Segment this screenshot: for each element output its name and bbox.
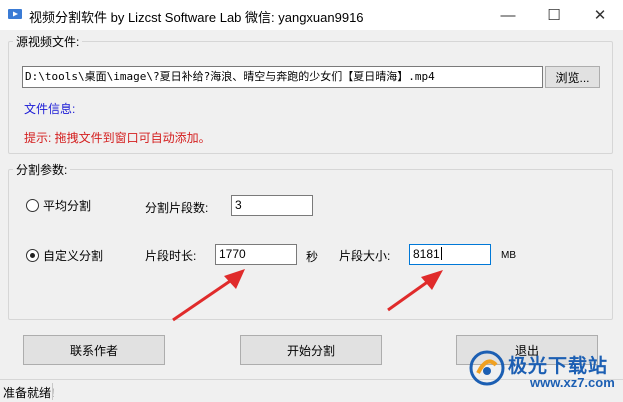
site-watermark: 极光下载站 www.xz7.com [468,347,618,399]
video-scissors-icon [8,9,22,19]
average-split-radio[interactable]: 平均分割 [26,197,91,214]
watermark-url: www.xz7.com [530,375,615,390]
average-split-label: 平均分割 [43,199,92,213]
custom-split-label: 自定义分割 [43,249,104,263]
contact-author-button[interactable]: 联系作者 [23,335,165,365]
radio-checked-icon [26,249,39,262]
segment-duration-label: 片段时长: [145,249,197,263]
aurora-logo-icon [469,350,505,386]
segment-size-value: 8181 [413,247,440,261]
radio-unchecked-icon [26,199,39,212]
split-params-legend: 分割参数: [13,161,71,178]
watermark-name: 极光下载站 [508,356,609,377]
duration-unit-label: 秒 [306,250,319,264]
browse-button[interactable]: 浏览... [545,66,600,88]
close-button[interactable]: ✕ [577,0,623,30]
status-divider [52,383,53,400]
split-params-group [8,169,613,320]
drag-tip-label: 提示: 拖拽文件到窗口可自动添加。 [24,131,211,145]
window-title: 视频分割软件 by Lizcst Software Lab 微信: yangxu… [29,10,364,25]
size-unit-label: MB [501,250,516,261]
maximize-button[interactable]: ☐ [531,0,577,30]
segment-size-label: 片段大小: [339,249,391,263]
source-file-legend: 源视频文件: [13,33,83,50]
segment-duration-input[interactable]: 1770 [215,244,297,265]
file-info-label: 文件信息: [24,102,76,116]
source-path-input[interactable]: D:\tools\桌面\image\?夏日补给?海浪、晴空与奔跑的少女们【夏日晴… [22,66,543,88]
status-text: 准备就绪! [3,386,55,400]
custom-split-radio[interactable]: 自定义分割 [26,247,103,264]
title-bar: 视频分割软件 by Lizcst Software Lab 微信: yangxu… [0,0,623,30]
minimize-button[interactable]: — [485,0,531,30]
segment-size-input[interactable]: 8181 [409,244,491,265]
text-caret [440,247,442,260]
segment-count-label: 分割片段数: [145,201,209,215]
segment-count-input[interactable]: 3 [231,195,313,216]
start-split-button[interactable]: 开始分割 [240,335,382,365]
